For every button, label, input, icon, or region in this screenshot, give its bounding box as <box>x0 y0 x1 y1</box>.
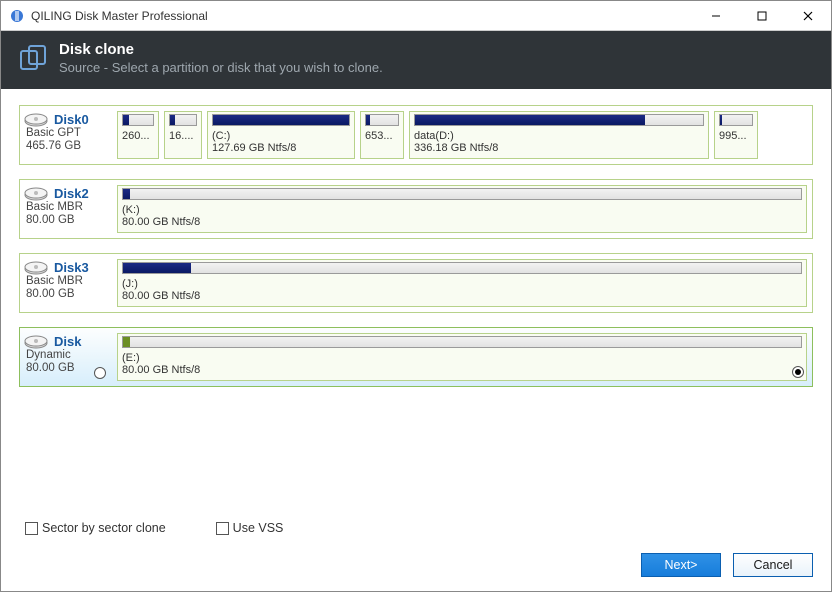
partition[interactable]: 995... <box>714 111 758 159</box>
disk-info: Disk3 Basic MBR 80.00 GB <box>20 254 112 312</box>
partition-label: data(D:) <box>414 130 704 142</box>
window-title: QILING Disk Master Professional <box>31 9 693 23</box>
disk-row[interactable]: Disk3 Basic MBR 80.00 GB (J:) 80.00 GB N… <box>19 253 813 313</box>
usage-fill <box>123 337 130 347</box>
next-button[interactable]: Next> <box>641 553 721 577</box>
partition[interactable]: (E:) 80.00 GB Ntfs/8 <box>117 333 807 381</box>
partition-size: 80.00 GB Ntfs/8 <box>122 216 802 228</box>
partition-size: 260... <box>122 130 154 142</box>
partition-strip: (J:) 80.00 GB Ntfs/8 <box>112 254 812 312</box>
disk-name: Disk <box>54 334 106 349</box>
disk-size: 80.00 GB <box>26 288 106 300</box>
page-title: Disk clone <box>59 41 383 58</box>
banner-text: Disk clone Source - Select a partition o… <box>59 41 383 75</box>
usage-bar <box>122 262 802 274</box>
app-icon <box>9 8 25 24</box>
partition-strip: (K:) 80.00 GB Ntfs/8 <box>112 180 812 238</box>
disk-radio[interactable] <box>94 367 106 379</box>
disk-info: Disk2 Basic MBR 80.00 GB <box>20 180 112 238</box>
partition[interactable]: 16.... <box>164 111 202 159</box>
page-subtitle: Source - Select a partition or disk that… <box>59 60 383 75</box>
checkbox-icon <box>25 522 38 535</box>
partition-size: 995... <box>719 130 753 142</box>
usage-fill <box>720 115 722 125</box>
usage-fill <box>366 115 370 125</box>
partition[interactable]: (J:) 80.00 GB Ntfs/8 <box>117 259 807 307</box>
hdd-icon <box>24 187 48 206</box>
partition[interactable]: 653... <box>360 111 404 159</box>
partition-label: (J:) <box>122 278 802 290</box>
titlebar: QILING Disk Master Professional <box>1 1 831 31</box>
banner: Disk clone Source - Select a partition o… <box>1 31 831 89</box>
partition[interactable]: (C:) 127.69 GB Ntfs/8 <box>207 111 355 159</box>
clone-icon <box>19 44 47 75</box>
disk-info: Disk0 Basic GPT 465.76 GB <box>20 106 112 164</box>
disk-name: Disk3 <box>54 260 106 275</box>
usage-bar <box>212 114 350 126</box>
disk-size: 465.76 GB <box>26 140 106 152</box>
partition-size: 653... <box>365 130 399 142</box>
partition-label: (K:) <box>122 204 802 216</box>
partition-size: 127.69 GB Ntfs/8 <box>212 142 350 154</box>
close-button[interactable] <box>785 1 831 31</box>
disk-size: 80.00 GB <box>26 214 106 226</box>
usage-fill <box>213 115 349 125</box>
partition-size: 80.00 GB Ntfs/8 <box>122 364 802 376</box>
partition-strip: 260... 16.... (C:) 127.69 GB Ntfs/8 653.… <box>112 106 812 164</box>
usage-fill <box>170 115 175 125</box>
options-row: Sector by sector clone Use VSS <box>1 511 831 541</box>
partition-size: 16.... <box>169 130 197 142</box>
checkbox-icon <box>216 522 229 535</box>
usage-fill <box>415 115 645 125</box>
usage-bar <box>414 114 704 126</box>
usage-fill <box>123 189 130 199</box>
partition-label: (E:) <box>122 352 802 364</box>
partition-strip: (E:) 80.00 GB Ntfs/8 <box>112 328 812 386</box>
use-vss-checkbox[interactable]: Use VSS <box>216 521 284 535</box>
sector-clone-label: Sector by sector clone <box>42 521 166 535</box>
usage-bar <box>122 114 154 126</box>
hdd-icon <box>24 261 48 280</box>
partition-radio[interactable] <box>792 366 804 378</box>
use-vss-label: Use VSS <box>233 521 284 535</box>
disk-info: Disk Dynamic 80.00 GB <box>20 328 112 386</box>
app-window: QILING Disk Master Professional Disk clo… <box>0 0 832 592</box>
disk-row[interactable]: Disk2 Basic MBR 80.00 GB (K:) 80.00 GB N… <box>19 179 813 239</box>
partition[interactable]: data(D:) 336.18 GB Ntfs/8 <box>409 111 709 159</box>
partition[interactable]: 260... <box>117 111 159 159</box>
cancel-button[interactable]: Cancel <box>733 553 813 577</box>
partition[interactable]: (K:) 80.00 GB Ntfs/8 <box>117 185 807 233</box>
partition-size: 80.00 GB Ntfs/8 <box>122 290 802 302</box>
disk-list: Disk0 Basic GPT 465.76 GB 260... 16.... … <box>1 89 831 511</box>
maximize-button[interactable] <box>739 1 785 31</box>
partition-size: 336.18 GB Ntfs/8 <box>414 142 704 154</box>
minimize-button[interactable] <box>693 1 739 31</box>
usage-bar <box>122 336 802 348</box>
sector-clone-checkbox[interactable]: Sector by sector clone <box>25 521 166 535</box>
disk-row[interactable]: Disk Dynamic 80.00 GB (E:) 80.00 GB Ntfs… <box>19 327 813 387</box>
usage-bar <box>169 114 197 126</box>
usage-fill <box>123 115 129 125</box>
usage-bar <box>719 114 753 126</box>
disk-name: Disk0 <box>54 112 106 127</box>
usage-bar <box>122 188 802 200</box>
disk-name: Disk2 <box>54 186 106 201</box>
button-bar: Next> Cancel <box>1 541 831 591</box>
usage-fill <box>123 263 191 273</box>
hdd-icon <box>24 113 48 132</box>
disk-row[interactable]: Disk0 Basic GPT 465.76 GB 260... 16.... … <box>19 105 813 165</box>
hdd-icon <box>24 335 48 354</box>
usage-bar <box>365 114 399 126</box>
partition-label: (C:) <box>212 130 350 142</box>
